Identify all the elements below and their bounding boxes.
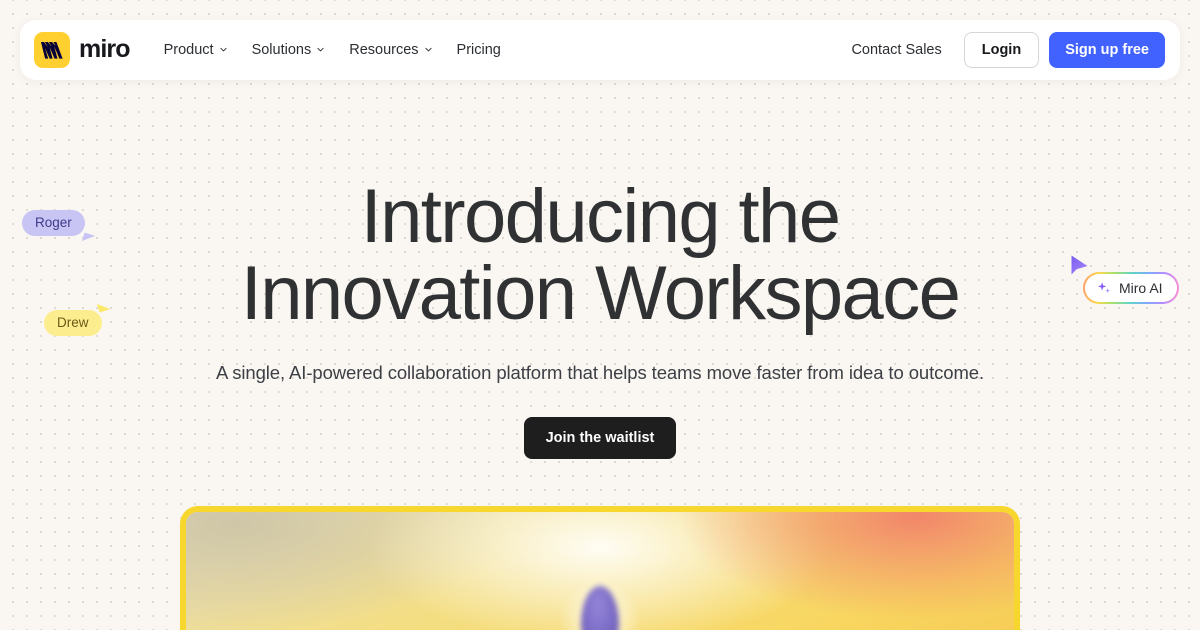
signup-free-button[interactable]: Sign up free — [1049, 32, 1165, 68]
nav-item-solutions[interactable]: Solutions — [240, 34, 338, 66]
cursor-arrow-icon — [1071, 255, 1088, 275]
miro-ai-badge[interactable]: Miro AI — [1083, 272, 1179, 304]
hero-section: Introducing the Innovation Workspace A s… — [0, 178, 1200, 459]
nav-item-product[interactable]: Product — [152, 34, 240, 66]
navbar-right-group: Contact Sales Login Sign up free — [839, 32, 1165, 68]
main-navbar: miro Product Solutions Resources Pricing… — [20, 20, 1180, 80]
join-waitlist-button[interactable]: Join the waitlist — [523, 417, 677, 459]
hero-subtitle: A single, AI-powered collaboration platf… — [216, 362, 984, 383]
page-title: Introducing the Innovation Workspace — [0, 178, 1200, 332]
login-button[interactable]: Login — [963, 32, 1040, 68]
miro-ai-cursor-group: Miro AI — [1071, 255, 1179, 304]
contact-sales-link[interactable]: Contact Sales — [839, 34, 953, 66]
navbar-left-group: miro Product Solutions Resources Pricing — [34, 32, 513, 68]
hero-title-line-2: Innovation Workspace — [240, 251, 961, 336]
sparkle-icon — [1097, 282, 1111, 294]
nav-item-pricing-label: Pricing — [456, 42, 501, 58]
navbar-links: Product Solutions Resources Pricing — [152, 34, 513, 66]
nav-item-pricing[interactable]: Pricing — [445, 34, 513, 66]
collaborator-name-label: Drew — [44, 310, 102, 336]
brand-wordmark: miro — [79, 34, 130, 63]
miro-logo-link[interactable]: miro — [34, 32, 130, 68]
collaborator-cursor-roger: Roger — [22, 210, 95, 244]
chevron-down-icon — [317, 47, 324, 51]
collaborator-cursor-drew: Drew — [44, 300, 110, 336]
miro-logo-icon — [34, 32, 70, 68]
nav-item-resources-label: Resources — [349, 42, 419, 58]
chevron-down-icon — [424, 47, 432, 51]
chevron-down-icon — [219, 47, 227, 51]
hero-title-line-1: Introducing the — [360, 174, 841, 259]
collaborator-name-label: Roger — [22, 210, 85, 236]
nav-item-resources[interactable]: Resources — [337, 34, 444, 66]
nav-item-product-label: Product — [163, 42, 214, 58]
nav-item-solutions-label: Solutions — [251, 42, 312, 58]
miro-ai-label: Miro AI — [1119, 280, 1163, 296]
product-preview-card[interactable] — [180, 506, 1020, 630]
